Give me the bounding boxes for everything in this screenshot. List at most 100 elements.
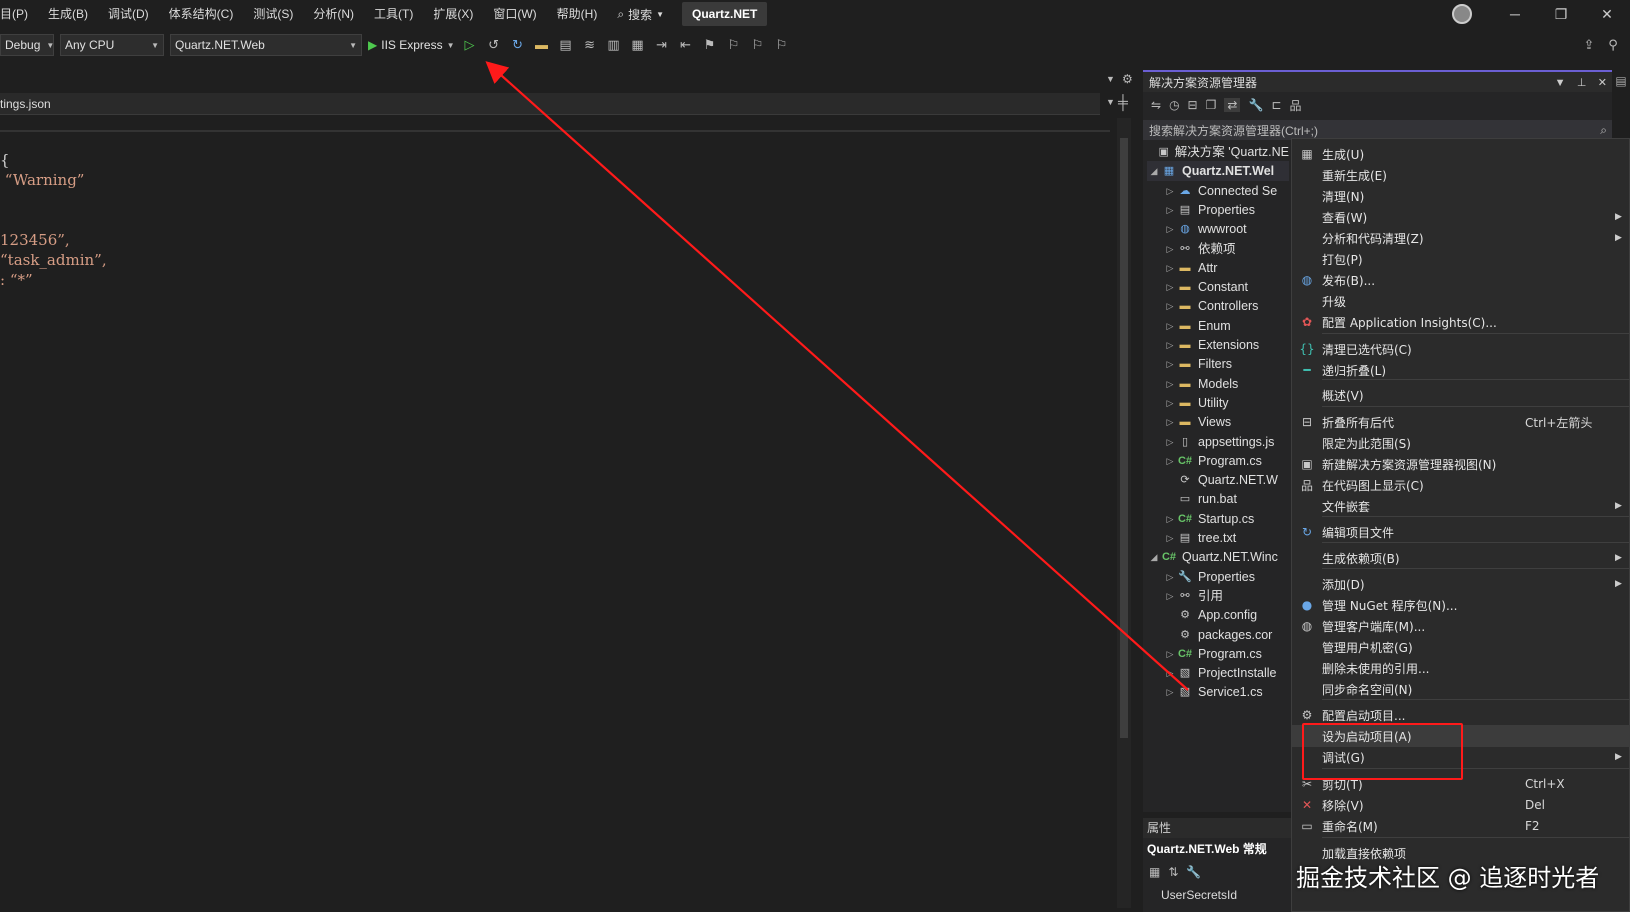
pin-icon[interactable]: ⊥: [1577, 77, 1587, 89]
sync-active-icon[interactable]: ⇄: [1224, 98, 1241, 112]
tree-item[interactable]: ▷ ▬ Models: [1163, 374, 1289, 394]
context-menu-item[interactable]: ▭ 重命名(M) F2: [1292, 815, 1630, 837]
refresh-icon[interactable]: ↻: [509, 36, 527, 54]
context-menu-item[interactable]: ▣ 新建解决方案资源管理器视图(N): [1292, 453, 1630, 475]
expand-arrow-icon[interactable]: ▷: [1163, 316, 1177, 336]
tree-item[interactable]: ▷ ▬ Controllers: [1163, 296, 1289, 316]
tree-item[interactable]: ▷ ▬ Views: [1163, 412, 1289, 432]
properties-wrench-icon[interactable]: 🔧: [1248, 98, 1263, 112]
expand-arrow-icon[interactable]: ▷: [1163, 567, 1177, 587]
comment-icon[interactable]: ▥: [605, 36, 623, 54]
tree-item[interactable]: ◢ ▦ Quartz.NET.Wel: [1147, 161, 1289, 182]
tree-item[interactable]: ▭ run.bat: [1163, 489, 1289, 509]
expand-arrow-icon[interactable]: ▷: [1163, 200, 1177, 220]
expand-arrow-icon[interactable]: ▷: [1163, 412, 1177, 432]
folder-open-icon[interactable]: ▬: [533, 36, 551, 54]
share-icon[interactable]: ⇪: [1580, 36, 1598, 54]
run-button[interactable]: ▶ IIS Express ▼: [368, 38, 455, 52]
tree-item[interactable]: ▷ C# Program.cs: [1163, 451, 1289, 471]
indent-icon[interactable]: ⇥: [653, 36, 671, 54]
code-editor[interactable]: { “Warning” 123456”, “task_admin”,: “*”: [0, 150, 1100, 290]
context-menu-item[interactable]: ⊟ 折叠所有后代 Ctrl+左箭头: [1292, 411, 1630, 433]
expanded-arrow-icon[interactable]: ◢: [1147, 161, 1161, 181]
editor-tab-dropdown-icon[interactable]: ▼: [1106, 74, 1115, 84]
expand-arrow-icon[interactable]: ▷: [1163, 277, 1177, 297]
preview-icon[interactable]: ⊏: [1271, 98, 1281, 112]
tree-item[interactable]: ▷ ▬ Extensions: [1163, 335, 1289, 355]
menu-item[interactable]: 测试(S): [243, 0, 303, 28]
context-menu-item[interactable]: ◍ 发布(B)...: [1292, 269, 1630, 291]
context-menu-item[interactable]: 打包(P): [1292, 248, 1630, 270]
categorized-icon[interactable]: ▦: [1149, 865, 1160, 879]
tree-item[interactable]: ⟳ Quartz.NET.W: [1163, 470, 1289, 490]
tree-item[interactable]: ▷ ▯ appsettings.js: [1163, 432, 1289, 452]
startup-project-select[interactable]: Quartz.NET.Web ▼: [170, 34, 362, 56]
tree-item[interactable]: ▷ C# Startup.cs: [1163, 509, 1289, 529]
tree-item[interactable]: ▷ ▧ ProjectInstalle: [1163, 663, 1289, 683]
menu-item[interactable]: 分析(N): [303, 0, 364, 28]
platform-select[interactable]: Any CPU ▼: [60, 34, 164, 56]
tree-item[interactable]: ▷ ▧ Service1.cs: [1163, 682, 1289, 702]
tree-item[interactable]: ▷ ▤ tree.txt: [1163, 528, 1289, 548]
editor-settings-icon[interactable]: ⚙: [1122, 72, 1133, 86]
pending-changes-icon[interactable]: ◷: [1169, 98, 1179, 112]
alphabetical-icon[interactable]: ⇅: [1168, 865, 1178, 879]
menu-item[interactable]: 体系结构(C): [159, 0, 244, 28]
expand-arrow-icon[interactable]: ▷: [1163, 335, 1177, 355]
context-menu-item[interactable]: 删除未使用的引用...: [1292, 657, 1630, 679]
expand-arrow-icon[interactable]: ▷: [1163, 239, 1177, 259]
menu-item[interactable]: 目(P): [0, 0, 38, 28]
context-menu-item[interactable]: 品在代码图上显示(C): [1292, 474, 1630, 496]
document-tab[interactable]: tings.json: [0, 97, 51, 111]
layout-icon[interactable]: ▤: [557, 36, 575, 54]
split-editor-icon[interactable]: ╪: [1118, 94, 1128, 110]
context-menu-item[interactable]: 文件嵌套 ▶: [1292, 495, 1630, 517]
context-menu-item[interactable]: ━ 递归折叠(L): [1292, 359, 1630, 381]
expand-arrow-icon[interactable]: ▷: [1163, 296, 1177, 316]
hot-reload-icon[interactable]: ↺: [485, 36, 503, 54]
scroll-thumb[interactable]: [1120, 138, 1128, 738]
next-bookmark-icon[interactable]: ⚐: [749, 36, 767, 54]
context-menu-item[interactable]: 清理(N): [1292, 185, 1630, 207]
outdent-icon[interactable]: ⇤: [677, 36, 695, 54]
context-menu-item[interactable]: ● 管理 NuGet 程序包(N)...: [1292, 594, 1630, 616]
solution-search-input[interactable]: 搜索解决方案资源管理器(Ctrl+;) ⌕: [1143, 120, 1613, 140]
menu-item[interactable]: 帮助(H): [547, 0, 608, 28]
context-menu-item[interactable]: ▦ 生成(U): [1292, 143, 1630, 165]
context-menu-item[interactable]: 同步命名空间(N): [1292, 678, 1630, 700]
context-menu-item[interactable]: 分析和代码清理(Z) ▶: [1292, 227, 1630, 249]
tree-item[interactable]: ▣ 解决方案 'Quartz.NE: [1147, 142, 1290, 162]
chevron-down-icon[interactable]: ▼: [1106, 97, 1115, 107]
context-menu-item[interactable]: ✕ 移除(V) Del: [1292, 794, 1630, 816]
property-pages-icon[interactable]: 🔧: [1186, 865, 1201, 879]
tree-item[interactable]: ▷ ⚯ 依赖项: [1163, 239, 1289, 259]
tree-item[interactable]: ▷ ▬ Constant: [1163, 277, 1289, 297]
expand-arrow-icon[interactable]: ▷: [1163, 586, 1177, 606]
config-select[interactable]: Debug ▼: [0, 34, 54, 56]
format-icon[interactable]: ≋: [581, 36, 599, 54]
tree-item[interactable]: ▷ ⚯ 引用: [1163, 586, 1289, 606]
context-menu-item[interactable]: 限定为此范围(S): [1292, 432, 1630, 454]
expand-arrow-icon[interactable]: ▷: [1163, 374, 1177, 394]
clear-bookmark-icon[interactable]: ⚐: [773, 36, 791, 54]
search-menu[interactable]: ⌕ 搜索 ▼: [607, 6, 674, 23]
menu-item[interactable]: 生成(B): [38, 0, 98, 28]
switch-views-icon[interactable]: ⇋: [1151, 98, 1161, 112]
expand-arrow-icon[interactable]: ▷: [1163, 258, 1177, 278]
tree-item[interactable]: ▷ ▬ Enum: [1163, 316, 1289, 336]
expand-arrow-icon[interactable]: ▷: [1163, 219, 1177, 239]
tree-item[interactable]: ▷ ◍ wwwroot: [1163, 219, 1289, 239]
dropdown-icon[interactable]: ▼: [1555, 77, 1566, 89]
tree-item[interactable]: ▷ ☁ Connected Se: [1163, 181, 1289, 201]
avatar[interactable]: [1452, 4, 1472, 24]
tree-item[interactable]: ▷ ▬ Utility: [1163, 393, 1289, 413]
restore-icon[interactable]: ❐: [1538, 6, 1584, 23]
property-name[interactable]: UserSecretsId: [1143, 884, 1293, 906]
context-menu-item[interactable]: 管理用户机密(G): [1292, 636, 1630, 658]
pin-icon[interactable]: ⚲: [1604, 36, 1622, 54]
properties-object[interactable]: Quartz.NET.Web 常规: [1143, 838, 1293, 860]
expand-arrow-icon[interactable]: ▷: [1163, 354, 1177, 374]
minimize-icon[interactable]: ─: [1492, 6, 1538, 22]
expanded-arrow-icon[interactable]: ◢: [1147, 547, 1161, 567]
expand-arrow-icon[interactable]: ▷: [1163, 432, 1177, 452]
